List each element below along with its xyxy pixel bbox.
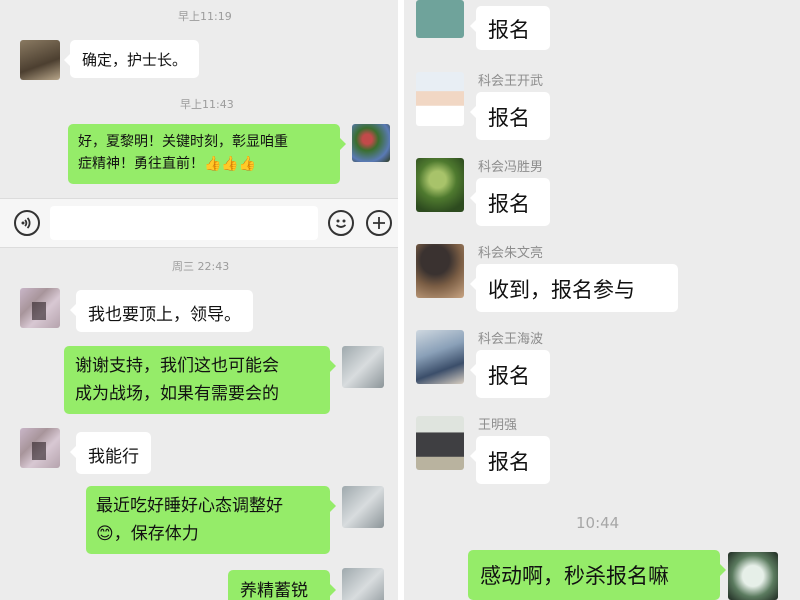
voice-icon[interactable] (14, 210, 40, 236)
message-bubble[interactable]: 收到，报名参与 (470, 264, 678, 312)
avatar[interactable] (416, 72, 464, 126)
avatar[interactable] (20, 288, 60, 328)
sender-name: 王明强 (478, 418, 518, 433)
message-input[interactable] (50, 206, 318, 240)
sender-name: 科会冯胜男 (478, 160, 544, 175)
avatar[interactable] (416, 0, 464, 38)
message-text: 报名 (488, 18, 530, 42)
timestamp: 10:44 (576, 514, 620, 532)
avatar[interactable] (416, 158, 464, 212)
message-bubble[interactable]: 我也要顶上，领导。 (70, 290, 253, 332)
sender-name: 科会朱文亮 (478, 246, 544, 261)
message-text: 收到，报名参与 (488, 278, 635, 302)
message-text: 确定，护士长。 (82, 51, 188, 69)
message-bubble[interactable]: 养精蓄锐 (228, 570, 336, 600)
message-bubble[interactable]: 最近吃好睡好心态调整好 😊，保存体力 (86, 486, 336, 554)
message-bubble[interactable]: 确定，护士长。 (63, 40, 200, 78)
message-text-line: 成为战场，如果有需要会的 (75, 384, 279, 404)
message-text: 养精蓄锐 (240, 581, 308, 600)
message-bubble[interactable]: 报名 (470, 178, 550, 226)
timestamp: 早上11:19 (178, 10, 232, 23)
message-bubble[interactable]: 报名 (470, 350, 550, 398)
left-chat-panel: 早上11:19 确定，护士长。 早上11:43 好，夏黎明！关键时刻，彰显咱重 … (0, 0, 398, 600)
message-bubble[interactable]: 我能行 (70, 432, 151, 474)
avatar[interactable] (342, 486, 384, 528)
message-text-line: 谢谢支持，我们这也可能会 (75, 356, 279, 376)
avatar[interactable] (416, 416, 464, 470)
avatar[interactable] (416, 244, 464, 298)
message-text: 报名 (488, 364, 530, 388)
avatar[interactable] (342, 346, 384, 388)
sender-name: 科会王开武 (478, 74, 544, 89)
message-text: 报名 (488, 106, 530, 130)
message-bubble[interactable]: 报名 (470, 6, 550, 50)
timestamp: 周三 22:43 (172, 260, 230, 273)
timestamp: 早上11:43 (180, 98, 234, 111)
avatar[interactable] (342, 568, 384, 600)
message-text-line: 好，夏黎明！关键时刻，彰显咱重 (78, 134, 288, 150)
message-bubble[interactable]: 谢谢支持，我们这也可能会 成为战场，如果有需要会的 (64, 346, 336, 414)
emoji-icon[interactable] (328, 210, 354, 236)
avatar[interactable] (728, 552, 778, 600)
message-text-line: 最近吃好睡好心态调整好 (96, 496, 283, 516)
avatar[interactable] (20, 40, 60, 80)
right-chat-panel: 报名 科会王开武 报名 科会冯胜男 报名 科会朱文亮 收到，报名参与 科会王海波… (404, 0, 800, 600)
chat-input-bar (0, 198, 398, 248)
sender-name: 科会王海波 (478, 332, 544, 347)
message-text-line: 😊，保存体力 (96, 524, 199, 544)
message-text: 我能行 (88, 447, 139, 467)
avatar[interactable] (416, 330, 464, 384)
message-text-line: 症精神！勇往直前！👍👍👍 (78, 156, 257, 172)
plus-icon[interactable] (366, 210, 392, 236)
message-text: 感动啊，秒杀报名嘛 (480, 564, 669, 588)
message-bubble[interactable]: 感动啊，秒杀报名嘛 (468, 550, 726, 600)
avatar[interactable] (20, 428, 60, 468)
message-bubble[interactable]: 好，夏黎明！关键时刻，彰显咱重 症精神！勇往直前！👍👍👍 (68, 124, 346, 184)
avatar[interactable] (352, 124, 390, 162)
message-text: 报名 (488, 192, 530, 216)
message-bubble[interactable]: 报名 (470, 436, 550, 484)
message-text: 报名 (488, 450, 530, 474)
message-bubble[interactable]: 报名 (470, 92, 550, 140)
message-text: 我也要顶上，领导。 (88, 305, 241, 325)
